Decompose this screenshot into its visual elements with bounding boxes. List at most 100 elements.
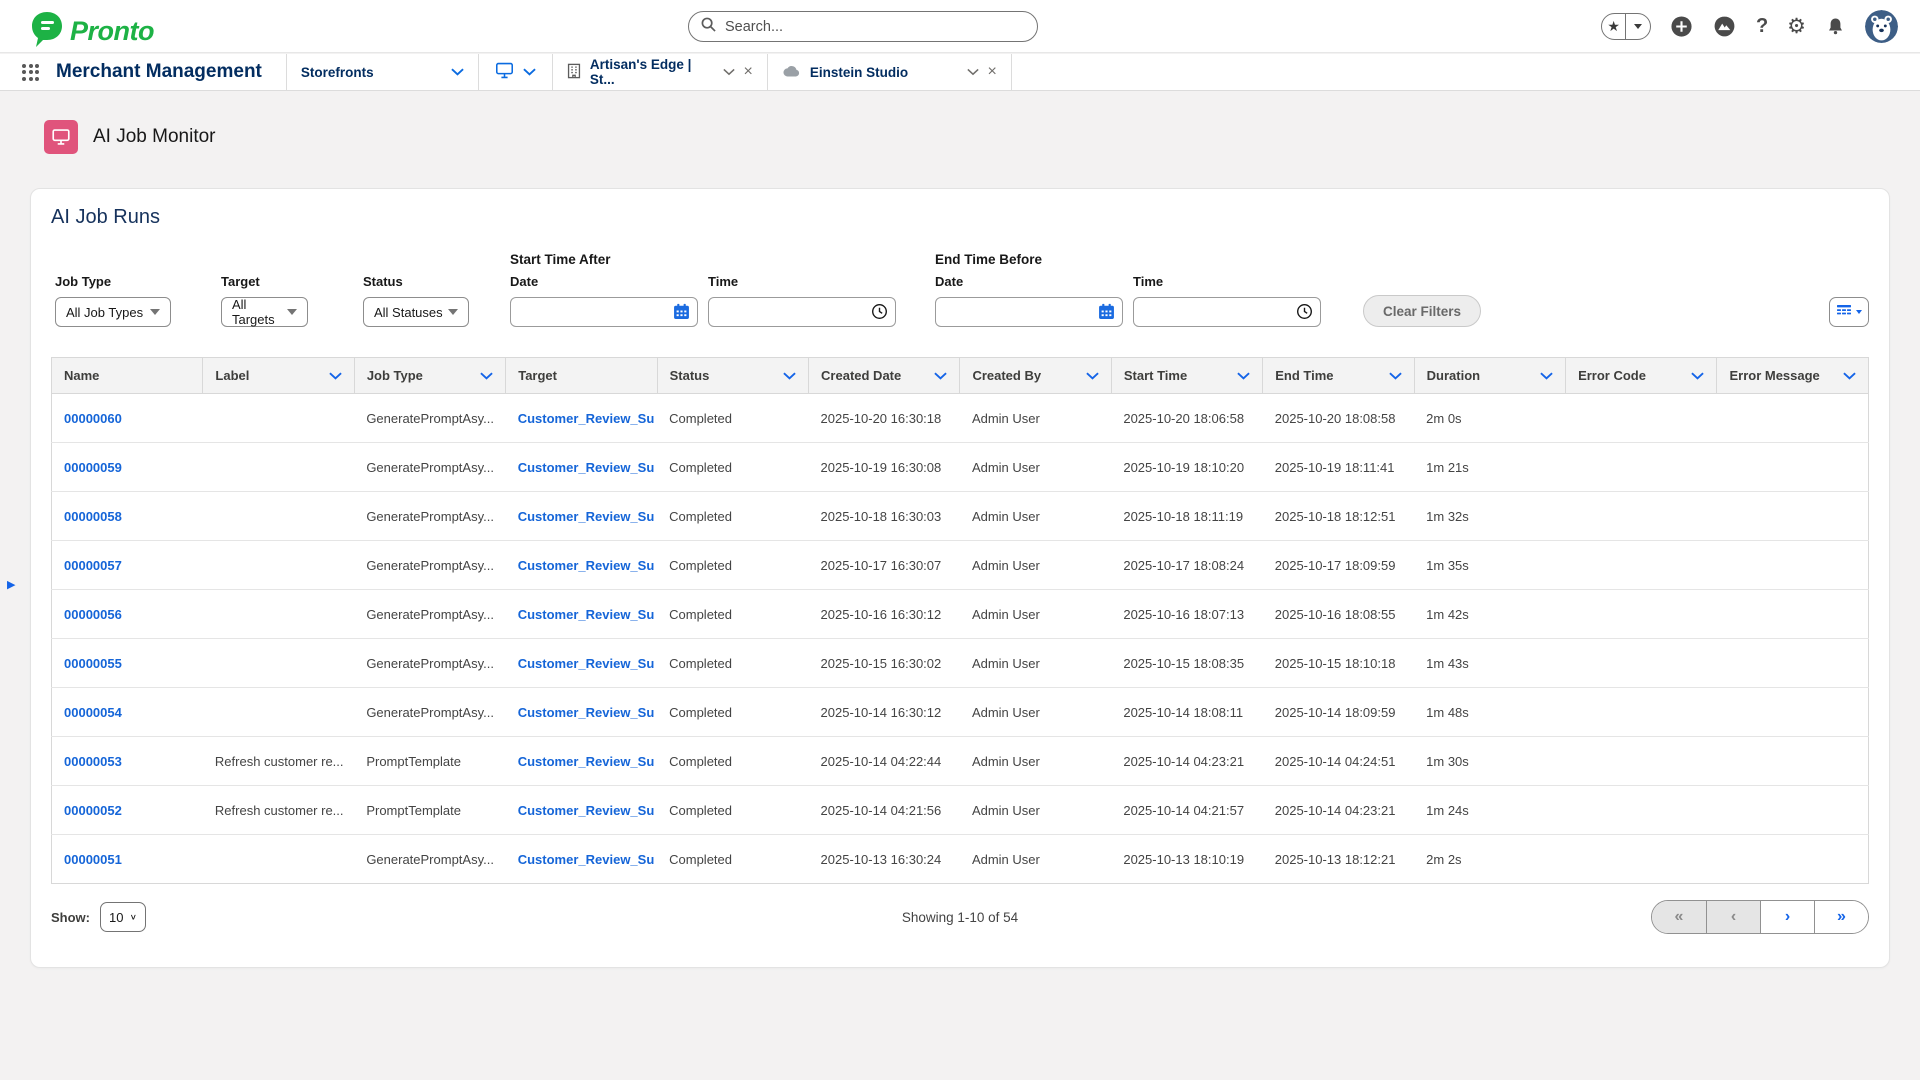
search-input[interactable] <box>725 19 1025 35</box>
chevron-down-icon[interactable] <box>451 68 464 76</box>
next-page-button[interactable]: › <box>1760 901 1814 933</box>
cell-error_message <box>1717 688 1869 737</box>
tab-einstein-studio[interactable]: Einstein Studio × <box>767 54 1012 90</box>
notifications-bell-icon[interactable] <box>1825 16 1846 37</box>
job-run-name-link[interactable]: 00000057 <box>64 558 122 573</box>
cell-name: 00000055 <box>52 639 203 688</box>
tab-ai-job-monitor[interactable] <box>478 54 552 90</box>
cell-created_date: 2025-10-14 16:30:12 <box>809 688 960 737</box>
target-link[interactable]: Customer_Review_Su <box>518 460 655 475</box>
previous-page-button[interactable]: ‹ <box>1706 901 1760 933</box>
column-header-job_type[interactable]: Job Type <box>354 358 505 394</box>
cell-text: Completed <box>669 754 732 769</box>
chevron-down-icon[interactable] <box>967 68 979 76</box>
first-page-button[interactable]: « <box>1652 901 1706 933</box>
favorites-star-icon[interactable]: ★ <box>1602 14 1627 39</box>
calendar-icon[interactable] <box>1098 303 1115 325</box>
column-header-created_by[interactable]: Created By <box>960 358 1111 394</box>
split-view-toggle-icon[interactable]: ▶ <box>7 578 15 591</box>
chevron-down-icon[interactable] <box>723 68 735 76</box>
clock-icon[interactable] <box>1296 303 1313 325</box>
target-link[interactable]: Customer_Review_Su <box>518 803 655 818</box>
tab-artisans-edge[interactable]: Artisan's Edge | St... × <box>552 54 767 90</box>
target-link[interactable]: Customer_Review_Su <box>518 558 655 573</box>
app-launcher-waffle-icon[interactable] <box>22 64 39 81</box>
column-header-created_date[interactable]: Created Date <box>809 358 960 394</box>
target-link[interactable]: Customer_Review_Su <box>518 411 655 426</box>
sort-chevron-icon[interactable] <box>783 372 796 380</box>
trailhead-icon[interactable] <box>1712 14 1737 39</box>
sort-chevron-icon[interactable] <box>1691 372 1704 380</box>
brand-logo[interactable]: Pronto <box>30 10 154 53</box>
column-header-error_code[interactable]: Error Code <box>1566 358 1717 394</box>
column-header-status[interactable]: Status <box>657 358 808 394</box>
cell-text: GeneratePromptAsy... <box>366 558 494 573</box>
target-link[interactable]: Customer_Review_Su <box>518 705 655 720</box>
end-date-input[interactable] <box>935 297 1123 327</box>
target-link[interactable]: Customer_Review_Su <box>518 607 655 622</box>
column-settings-button[interactable] <box>1829 297 1869 327</box>
sort-chevron-icon[interactable] <box>1540 372 1553 380</box>
job-run-name-link[interactable]: 00000052 <box>64 803 122 818</box>
cell-start_time: 2025-10-20 18:06:58 <box>1111 394 1262 443</box>
global-search[interactable] <box>688 11 1038 42</box>
job-run-name-link[interactable]: 00000058 <box>64 509 122 524</box>
job-run-name-link[interactable]: 00000055 <box>64 656 122 671</box>
job-run-name-link[interactable]: 00000056 <box>64 607 122 622</box>
job-run-name-link[interactable]: 00000051 <box>64 852 122 867</box>
favorites-caret-icon[interactable] <box>1626 14 1650 39</box>
column-header-error_message[interactable]: Error Message <box>1717 358 1869 394</box>
cell-text: 2m 2s <box>1426 852 1461 867</box>
clock-icon[interactable] <box>871 303 888 325</box>
setup-gear-icon[interactable]: ⚙ <box>1787 14 1806 39</box>
sort-chevron-icon[interactable] <box>480 372 493 380</box>
chevron-down-icon[interactable] <box>523 68 536 76</box>
cell-text: 2025-10-18 18:11:19 <box>1123 509 1243 524</box>
start-time-input[interactable] <box>708 297 896 327</box>
column-header-end_time[interactable]: End Time <box>1263 358 1414 394</box>
cell-end_time: 2025-10-20 18:08:58 <box>1263 394 1414 443</box>
cell-text: 2025-10-15 16:30:02 <box>821 656 942 671</box>
target-link[interactable]: Customer_Review_Su <box>518 656 655 671</box>
column-header-label[interactable]: Label <box>203 358 354 394</box>
sort-chevron-icon[interactable] <box>329 372 342 380</box>
cell-error_code <box>1566 639 1717 688</box>
job-run-name-link[interactable]: 00000060 <box>64 411 122 426</box>
status-select[interactable]: All Statuses <box>363 297 469 327</box>
last-page-button[interactable]: » <box>1814 901 1868 933</box>
column-header-start_time[interactable]: Start Time <box>1111 358 1262 394</box>
target-link[interactable]: Customer_Review_Su <box>518 852 655 867</box>
help-icon[interactable]: ? <box>1756 15 1768 38</box>
sort-chevron-icon[interactable] <box>1389 372 1402 380</box>
building-icon <box>567 63 581 82</box>
cell-created_by: Admin User <box>960 639 1111 688</box>
close-icon[interactable]: × <box>988 64 997 80</box>
table-header-row: NameLabelJob TypeTargetStatusCreated Dat… <box>52 358 1869 394</box>
target-link[interactable]: Customer_Review_Su <box>518 509 655 524</box>
target-select[interactable]: All Targets <box>221 297 308 327</box>
add-icon[interactable] <box>1670 15 1693 38</box>
tab-storefronts[interactable]: Storefronts <box>286 54 478 90</box>
end-time-before-label: End Time Before <box>935 252 1321 267</box>
close-icon[interactable]: × <box>744 64 753 80</box>
sort-chevron-icon[interactable] <box>1237 372 1250 380</box>
sort-chevron-icon[interactable] <box>934 372 947 380</box>
calendar-icon[interactable] <box>673 303 690 325</box>
start-date-input[interactable] <box>510 297 698 327</box>
job-run-name-link[interactable]: 00000053 <box>64 754 122 769</box>
sort-chevron-icon[interactable] <box>1086 372 1099 380</box>
target-link[interactable]: Customer_Review_Su <box>518 754 655 769</box>
job-run-name-link[interactable]: 00000059 <box>64 460 122 475</box>
cell-status: Completed <box>657 492 808 541</box>
cell-job_type: PromptTemplate <box>354 786 505 835</box>
clear-filters-button[interactable]: Clear Filters <box>1363 295 1481 327</box>
job-run-name-link[interactable]: 00000054 <box>64 705 122 720</box>
cell-text: Completed <box>669 460 732 475</box>
job-type-select[interactable]: All Job Types <box>55 297 171 327</box>
cell-text: Admin User <box>972 656 1040 671</box>
sort-chevron-icon[interactable] <box>1843 372 1856 380</box>
page-size-select[interactable]: 10 ∨ <box>100 902 146 932</box>
user-avatar[interactable] <box>1865 10 1898 43</box>
end-time-input[interactable] <box>1133 297 1321 327</box>
column-header-duration[interactable]: Duration <box>1414 358 1565 394</box>
